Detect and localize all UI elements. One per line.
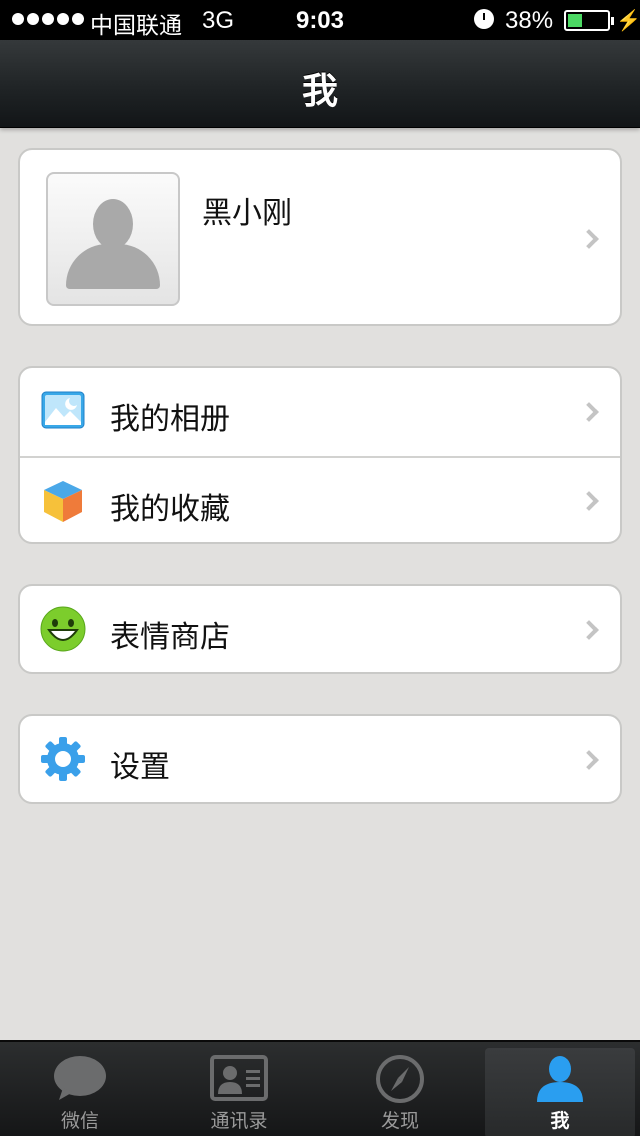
menu-group-stickers: 表情商店 (18, 584, 622, 674)
chevron-right-icon (579, 402, 599, 422)
tab-bar: 微信 通讯录 发现 我 (0, 1040, 640, 1136)
menu-item-label: 设置 (110, 750, 170, 785)
favorites-cube-icon (44, 481, 82, 522)
chevron-right-icon (579, 750, 599, 770)
alarm-icon (474, 9, 494, 29)
navigation-bar: 我 (0, 40, 640, 128)
menu-group-personal: 我的相册 我的收藏 (18, 366, 622, 544)
menu-item-favorites[interactable]: 我的收藏 (20, 456, 620, 542)
menu-group-settings: 设置 (18, 714, 622, 804)
menu-item-settings[interactable]: 设置 (20, 716, 620, 802)
chevron-right-icon (579, 620, 599, 640)
tab-label: 通讯录 (210, 1110, 268, 1132)
page-title: 我 (301, 71, 338, 112)
tab-wechat[interactable]: 微信 (5, 1048, 155, 1136)
compass-icon (376, 1055, 424, 1103)
signal-strength-icon (12, 8, 84, 25)
menu-item-album[interactable]: 我的相册 (20, 368, 620, 456)
tab-label: 我 (550, 1110, 570, 1132)
menu-item-label: 我的收藏 (110, 492, 230, 527)
profile-name: 黑小刚 (202, 196, 292, 231)
menu-item-label: 我的相册 (110, 402, 230, 437)
avatar[interactable] (46, 172, 180, 306)
tab-contacts[interactable]: 通讯录 (164, 1048, 314, 1136)
carrier-name: 中国联通 (90, 13, 182, 39)
profile-card[interactable]: 黑小刚 (18, 148, 622, 326)
tab-label: 发现 (380, 1110, 419, 1132)
status-bar: 中国联通 3G 9:03 38% ⚡ (0, 0, 640, 40)
contacts-card-icon (210, 1055, 268, 1101)
tab-me[interactable]: 我 (485, 1048, 635, 1136)
chat-bubble-icon (54, 1056, 106, 1100)
battery-level-fill (568, 14, 583, 27)
chevron-right-icon (579, 491, 599, 511)
smiley-face-icon (40, 606, 86, 652)
battery-icon (564, 10, 614, 31)
menu-item-label: 表情商店 (110, 620, 230, 655)
tab-discover[interactable]: 发现 (325, 1048, 475, 1136)
network-type: 3G (202, 7, 235, 34)
charging-icon: ⚡ (616, 10, 640, 32)
menu-item-sticker-shop[interactable]: 表情商店 (20, 586, 620, 672)
person-icon (537, 1056, 583, 1102)
gear-icon (41, 737, 85, 781)
tab-label: 微信 (60, 1110, 99, 1132)
chevron-right-icon (579, 229, 599, 249)
photo-album-icon (41, 391, 85, 429)
battery-percent: 38% (505, 7, 554, 34)
